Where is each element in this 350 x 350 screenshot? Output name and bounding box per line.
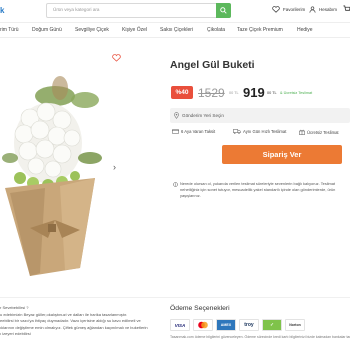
description-line: ıklarının değiştirme emin olmalıyız. Çif… bbox=[0, 324, 148, 330]
payment-note: Tasarımak.com ödeme bilgilerini güvencel… bbox=[170, 335, 350, 339]
account-label: Hesabım bbox=[319, 7, 338, 12]
description-line: eebilirsi bir vazo'ya ihtiyaç duymadadır… bbox=[0, 318, 141, 324]
norton-logo: Norton bbox=[285, 319, 305, 331]
nav-item-personalized[interactable]: Kişiye Özel bbox=[122, 27, 147, 33]
payment-logos: VISA AMEX troy ✓ Norton bbox=[170, 319, 305, 331]
nav-item-potted-plants[interactable]: Saksı Çiçekleri bbox=[160, 27, 193, 33]
region-placeholder: Gönderim Yeri Seçin bbox=[182, 113, 224, 118]
favorite-heart-icon[interactable] bbox=[112, 54, 121, 62]
payment-options-title: Ödeme Seçenekleri bbox=[170, 305, 230, 312]
search-button[interactable] bbox=[216, 3, 231, 18]
nav-item-gift[interactable]: Hediye bbox=[297, 27, 313, 33]
visa-logo: VISA bbox=[170, 319, 190, 331]
site-logo[interactable]: k bbox=[0, 6, 6, 15]
gift-icon bbox=[299, 129, 305, 135]
description-line: ı izeyeri edebilirsi bbox=[0, 331, 31, 337]
nav-item-premium[interactable]: Taze Çiçek Premium bbox=[237, 27, 283, 33]
nav-item-type[interactable]: rim Türü bbox=[0, 27, 19, 33]
feature-same-day: Aynı Gün Hızlı Teslimat bbox=[233, 129, 286, 134]
delivery-notice: Nerede olursan ol, yukarıda verilen tesl… bbox=[180, 181, 336, 198]
current-price: 919 bbox=[243, 85, 265, 100]
mastercard-icon bbox=[198, 321, 208, 329]
section-divider bbox=[0, 297, 350, 298]
cart-icon[interactable] bbox=[343, 5, 350, 13]
product-image-area: › bbox=[0, 38, 160, 298]
discount-badge: %40 bbox=[171, 86, 193, 99]
nav-item-valentine[interactable]: Sevgiliye Çiçek bbox=[75, 27, 109, 33]
description-line: r Sevebebilirsi ? bbox=[0, 305, 29, 310]
location-pin-icon bbox=[174, 112, 179, 119]
nav-item-chocolate[interactable]: Çikolata bbox=[207, 27, 225, 33]
product-image[interactable] bbox=[0, 38, 160, 298]
search-box[interactable]: Ürün veya kategori ara bbox=[46, 3, 231, 18]
secure-logo: ✓ bbox=[262, 319, 282, 331]
account-link[interactable]: Hesabım bbox=[309, 6, 337, 13]
heart-icon bbox=[272, 6, 280, 13]
order-button[interactable]: Sipariş Ver bbox=[222, 145, 342, 164]
card-icon bbox=[172, 129, 179, 134]
old-price-unit: 00 TL bbox=[229, 91, 239, 95]
product-title: Angel Gül Buketi bbox=[170, 59, 255, 71]
product-description: r Sevebebilirsi ? u edebimizin Beyaz gül… bbox=[0, 305, 160, 338]
feature-free-delivery: Ücretsiz Teslimat bbox=[299, 129, 339, 135]
search-input[interactable]: Ürün veya kategori ara bbox=[53, 7, 99, 12]
user-icon bbox=[309, 6, 316, 13]
description-line: u edebimizin Beyaz güller,okalıştınuzi v… bbox=[0, 311, 128, 317]
favorites-link[interactable]: Favorilerim bbox=[272, 6, 305, 13]
feature-same-day-label: Aynı Gün Hızlı Teslimat bbox=[243, 129, 287, 134]
nav-item-birthday[interactable]: Doğum Günü bbox=[32, 27, 62, 33]
amex-logo: AMEX bbox=[216, 319, 236, 331]
current-price-unit: 00 TL bbox=[267, 91, 277, 95]
troy-logo: troy bbox=[239, 319, 259, 331]
feature-free-delivery-label: Ücretsiz Teslimat bbox=[307, 129, 339, 135]
feature-installments: 6 Aya Varan Taksit bbox=[172, 129, 215, 134]
search-icon bbox=[220, 7, 227, 14]
free-shipping-note: & Ücretsiz Teslimat bbox=[280, 91, 313, 95]
truck-icon bbox=[233, 129, 241, 134]
region-select[interactable]: Gönderim Yeri Seçin bbox=[170, 108, 350, 123]
next-image-arrow[interactable]: › bbox=[113, 162, 116, 172]
mastercard-logo bbox=[193, 319, 213, 331]
old-price: 1529 bbox=[198, 86, 225, 100]
feature-installments-label: 6 Aya Varan Taksit bbox=[181, 129, 216, 134]
category-nav: rim Türü Doğum Günü Sevgiliye Çiçek Kişi… bbox=[0, 22, 350, 38]
site-header: k Ürün veya kategori ara Favorilerim Hes… bbox=[0, 0, 350, 22]
favorites-label: Favorilerim bbox=[283, 7, 306, 12]
